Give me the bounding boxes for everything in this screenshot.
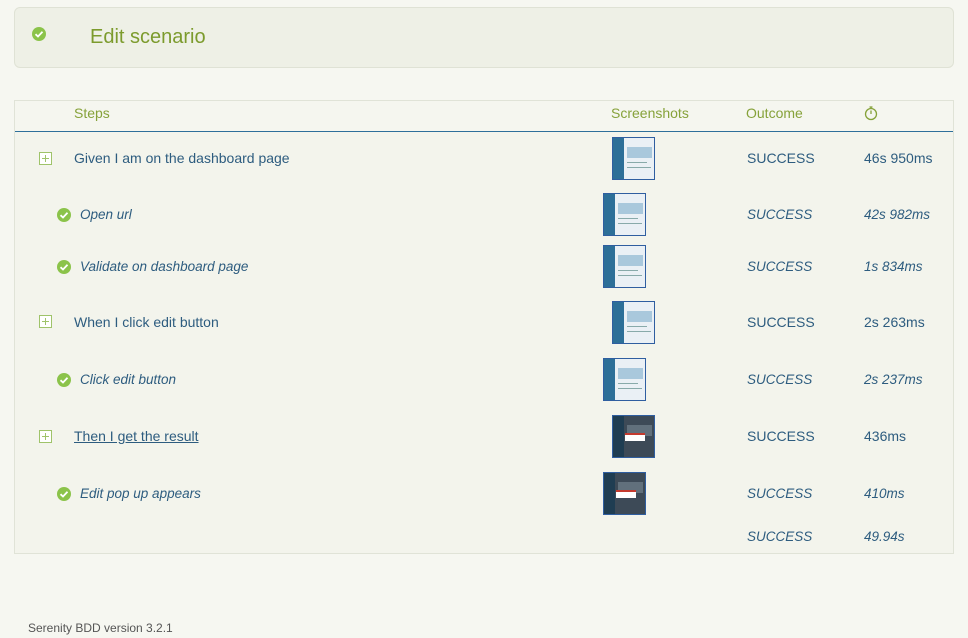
outcome-column-header: Outcome (746, 105, 803, 121)
stopwatch-icon (864, 105, 878, 124)
step-outcome: SUCCESS (747, 372, 813, 387)
table-row: Open url SUCCESS 42s 982ms (15, 191, 953, 239)
screenshot-thumbnail[interactable] (603, 245, 646, 288)
scenario-title: Edit scenario (90, 26, 206, 48)
step-text: Edit pop up appears (80, 486, 201, 501)
step-duration: 46s 950ms (864, 150, 933, 166)
step-outcome: SUCCESS (747, 259, 813, 274)
expand-icon[interactable] (39, 152, 52, 165)
steps-column-header: Steps (74, 105, 110, 121)
step-link[interactable]: Then I get the result (74, 428, 199, 444)
step-text: When I click edit button (74, 314, 219, 330)
expand-icon[interactable] (39, 315, 52, 328)
step-text: Open url (80, 207, 132, 222)
step-outcome: SUCCESS (747, 314, 815, 330)
step-duration: 410ms (864, 486, 905, 501)
expand-icon[interactable] (39, 430, 52, 443)
table-row: When I click edit button SUCCESS 2s 263m… (15, 299, 953, 347)
check-circle-icon (57, 487, 71, 501)
step-duration: 2s 263ms (864, 314, 925, 330)
check-circle-icon (57, 373, 71, 387)
version-footer: Serenity BDD version 3.2.1 (28, 621, 173, 635)
step-duration: 1s 834ms (864, 259, 923, 274)
table-row: Edit pop up appears SUCCESS 410ms (15, 470, 953, 518)
step-text: Given I am on the dashboard page (74, 150, 290, 166)
table-header: Steps Screenshots Outcome (15, 101, 953, 132)
step-duration: 42s 982ms (864, 207, 931, 222)
check-circle-icon (57, 208, 71, 222)
table-row: Validate on dashboard page SUCCESS 1s 83… (15, 243, 953, 291)
screenshots-column-header: Screenshots (611, 105, 689, 121)
step-duration: 436ms (864, 428, 907, 444)
step-outcome: SUCCESS (747, 428, 815, 444)
screenshot-thumbnail[interactable] (612, 301, 655, 344)
step-text: Click edit button (80, 372, 177, 387)
total-row: SUCCESS 49.94s (15, 521, 953, 551)
check-circle-icon (32, 27, 46, 41)
step-outcome: SUCCESS (747, 150, 815, 166)
scenario-header: Edit scenario (14, 7, 954, 68)
step-outcome: SUCCESS (747, 486, 813, 501)
steps-table: Steps Screenshots Outcome Given I am on … (14, 100, 954, 554)
total-outcome: SUCCESS (747, 529, 813, 544)
table-row: Click edit button SUCCESS 2s 237ms (15, 356, 953, 404)
check-circle-icon (57, 260, 71, 274)
total-duration: 49.94s (864, 529, 905, 544)
screenshot-thumbnail[interactable] (612, 137, 655, 180)
step-text: Validate on dashboard page (80, 259, 249, 274)
screenshot-thumbnail[interactable] (603, 472, 646, 515)
screenshot-thumbnail[interactable] (612, 415, 655, 458)
step-outcome: SUCCESS (747, 207, 813, 222)
screenshot-thumbnail[interactable] (603, 358, 646, 401)
screenshot-thumbnail[interactable] (603, 193, 646, 236)
table-row: Given I am on the dashboard page SUCCESS… (15, 133, 953, 181)
table-row: Then I get the result SUCCESS 436ms (15, 413, 953, 461)
step-duration: 2s 237ms (864, 372, 923, 387)
